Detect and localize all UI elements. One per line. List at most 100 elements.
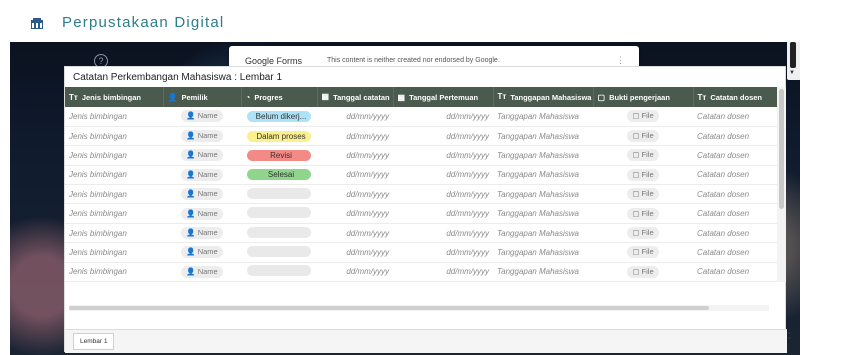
- file-chip[interactable]: ▢ File: [627, 265, 659, 278]
- cell-jenis[interactable]: Jenis bimbingan: [65, 107, 163, 127]
- person-chip[interactable]: 👤 Name: [181, 188, 223, 201]
- column-header[interactable]: Tт Tanggapan Mahasiswa: [493, 87, 594, 107]
- person-chip[interactable]: 👤 Name: [181, 207, 223, 220]
- column-header[interactable]: ▢ Bukti pengerjaan: [593, 87, 694, 107]
- cell-tanggapan[interactable]: Tanggapan Mahasiswa: [493, 145, 593, 166]
- progress-chip[interactable]: [247, 207, 311, 219]
- cell-catatan[interactable]: Catatan dosen: [693, 262, 777, 283]
- cell-pemilik[interactable]: 👤 Name: [163, 145, 241, 166]
- cell-jenis[interactable]: Jenis bimbingan: [65, 165, 163, 186]
- cell-tgl-catatan[interactable]: dd/mm/yyyy: [317, 165, 393, 186]
- table-row[interactable]: Jenis bimbingan 👤 Name Selesai dd/mm/yyyy dd…: [65, 165, 777, 186]
- cell-progres[interactable]: [241, 184, 317, 205]
- cell-tanggapan[interactable]: Tanggapan Mahasiswa: [493, 165, 593, 186]
- cell-catatan[interactable]: Catatan dosen: [693, 126, 777, 147]
- cell-pemilik[interactable]: 👤 Name: [163, 107, 241, 127]
- person-chip[interactable]: 👤 Name: [181, 149, 223, 162]
- cell-pemilik[interactable]: 👤 Name: [163, 165, 241, 186]
- cell-tgl-catatan[interactable]: dd/mm/yyyy: [317, 145, 393, 166]
- brand-title[interactable]: Perpustakaan Digital: [62, 14, 224, 31]
- column-header[interactable]: ▦ Tanggal Pertemuan: [393, 87, 494, 107]
- progress-chip[interactable]: Belum dikerj...: [247, 110, 311, 122]
- cell-bukti[interactable]: ▢ File: [593, 203, 693, 224]
- embed-scrollbar-thumb[interactable]: [790, 42, 796, 68]
- cell-bukti[interactable]: ▢ File: [593, 262, 693, 283]
- cell-jenis[interactable]: Jenis bimbingan: [65, 262, 163, 283]
- cell-progres[interactable]: [241, 223, 317, 244]
- cell-tanggapan[interactable]: Tanggapan Mahasiswa: [493, 242, 593, 263]
- tab-lembar-1[interactable]: Lembar 1: [73, 333, 115, 350]
- cell-pemilik[interactable]: 👤 Name: [163, 126, 241, 147]
- progress-chip[interactable]: Dalam proses: [247, 130, 311, 142]
- horizontal-scrollbar-thumb[interactable]: [69, 306, 709, 310]
- cell-progres[interactable]: [241, 242, 317, 263]
- cell-pemilik[interactable]: 👤 Name: [163, 184, 241, 205]
- file-chip[interactable]: ▢ File: [627, 207, 659, 220]
- progress-chip[interactable]: Selesai: [247, 169, 311, 181]
- table-row[interactable]: Jenis bimbingan 👤 Name Revisi dd/mm/yyyy dd/…: [65, 145, 777, 166]
- cell-tgl-catatan[interactable]: dd/mm/yyyy: [317, 242, 393, 263]
- cell-tgl-pertemuan[interactable]: dd/mm/yyyy: [393, 145, 493, 166]
- cell-pemilik[interactable]: 👤 Name: [163, 242, 241, 263]
- cell-tanggapan[interactable]: Tanggapan Mahasiswa: [493, 223, 593, 244]
- cell-tanggapan[interactable]: Tanggapan Mahasiswa: [493, 184, 593, 205]
- person-chip[interactable]: 👤 Name: [181, 265, 223, 278]
- cell-jenis[interactable]: Jenis bimbingan: [65, 184, 163, 205]
- embed-scrollbar[interactable]: ▼: [787, 42, 800, 80]
- table-row[interactable]: Jenis bimbingan 👤 Name dd/mm/yyyy dd/mm/yyy…: [65, 262, 777, 283]
- progress-chip[interactable]: [247, 226, 311, 238]
- table-row[interactable]: Jenis bimbingan 👤 Name dd/mm/yyyy dd/mm/yyy…: [65, 203, 777, 224]
- table-row[interactable]: Jenis bimbingan 👤 Name Dalam proses dd/mm/y…: [65, 126, 777, 147]
- cell-catatan[interactable]: Catatan dosen: [693, 223, 777, 244]
- cell-pemilik[interactable]: 👤 Name: [163, 262, 241, 283]
- person-chip[interactable]: 👤 Name: [181, 246, 223, 259]
- cell-catatan[interactable]: Catatan dosen: [693, 184, 777, 205]
- cell-tgl-catatan[interactable]: dd/mm/yyyy: [317, 203, 393, 224]
- progress-chip[interactable]: [247, 265, 311, 277]
- column-header[interactable]: Tт Catatan dosen: [693, 87, 778, 107]
- column-header[interactable]: ◔ Progres: [241, 87, 318, 107]
- cell-jenis[interactable]: Jenis bimbingan: [65, 242, 163, 263]
- cell-catatan[interactable]: Catatan dosen: [693, 242, 777, 263]
- cell-progres[interactable]: Revisi: [241, 145, 317, 166]
- cell-jenis[interactable]: Jenis bimbingan: [65, 203, 163, 224]
- cell-tgl-pertemuan[interactable]: dd/mm/yyyy: [393, 126, 493, 147]
- page-scroll-arrows[interactable]: ▲ ▼: [787, 330, 793, 348]
- column-header[interactable]: ▦ Tanggal catatan: [317, 87, 394, 107]
- cell-catatan[interactable]: Catatan dosen: [693, 145, 777, 166]
- cell-tanggapan[interactable]: Tanggapan Mahasiswa: [493, 107, 593, 127]
- cell-progres[interactable]: [241, 203, 317, 224]
- table-row[interactable]: Jenis bimbingan 👤 Name dd/mm/yyyy dd/mm/yyy…: [65, 184, 777, 205]
- cell-progres[interactable]: Belum dikerj...: [241, 107, 317, 127]
- cell-bukti[interactable]: ▢ File: [593, 223, 693, 244]
- cell-jenis[interactable]: Jenis bimbingan: [65, 145, 163, 166]
- cell-progres[interactable]: Dalam proses: [241, 126, 317, 147]
- cell-catatan[interactable]: Catatan dosen: [693, 165, 777, 186]
- cell-tgl-pertemuan[interactable]: dd/mm/yyyy: [393, 203, 493, 224]
- scroll-down-icon[interactable]: ▼: [789, 70, 795, 76]
- cell-pemilik[interactable]: 👤 Name: [163, 223, 241, 244]
- column-header[interactable]: 👤 Pemilik: [163, 87, 242, 107]
- file-chip[interactable]: ▢ File: [627, 227, 659, 240]
- cell-tgl-pertemuan[interactable]: dd/mm/yyyy: [393, 242, 493, 263]
- cell-tanggapan[interactable]: Tanggapan Mahasiswa: [493, 262, 593, 283]
- person-chip[interactable]: 👤 Name: [181, 130, 223, 143]
- progress-chip[interactable]: [247, 187, 311, 199]
- cell-tgl-pertemuan[interactable]: dd/mm/yyyy: [393, 107, 493, 127]
- person-chip[interactable]: 👤 Name: [181, 168, 223, 181]
- vertical-scrollbar[interactable]: [777, 87, 786, 282]
- cell-tgl-catatan[interactable]: dd/mm/yyyy: [317, 223, 393, 244]
- cell-bukti[interactable]: ▢ File: [593, 126, 693, 147]
- cell-bukti[interactable]: ▢ File: [593, 165, 693, 186]
- cell-catatan[interactable]: Catatan dosen: [693, 107, 777, 127]
- cell-tgl-pertemuan[interactable]: dd/mm/yyyy: [393, 223, 493, 244]
- cell-tgl-pertemuan[interactable]: dd/mm/yyyy: [393, 184, 493, 205]
- cell-tgl-pertemuan[interactable]: dd/mm/yyyy: [393, 165, 493, 186]
- vertical-scrollbar-thumb[interactable]: [779, 89, 784, 209]
- cell-jenis[interactable]: Jenis bimbingan: [65, 126, 163, 147]
- more-vertical-icon[interactable]: ⋮: [616, 55, 625, 66]
- file-chip[interactable]: ▢ File: [627, 130, 659, 143]
- table-row[interactable]: Jenis bimbingan 👤 Name Belum dikerj... dd/m…: [65, 107, 777, 127]
- cell-catatan[interactable]: Catatan dosen: [693, 203, 777, 224]
- table-row[interactable]: Jenis bimbingan 👤 Name dd/mm/yyyy dd/mm/yyy…: [65, 242, 777, 263]
